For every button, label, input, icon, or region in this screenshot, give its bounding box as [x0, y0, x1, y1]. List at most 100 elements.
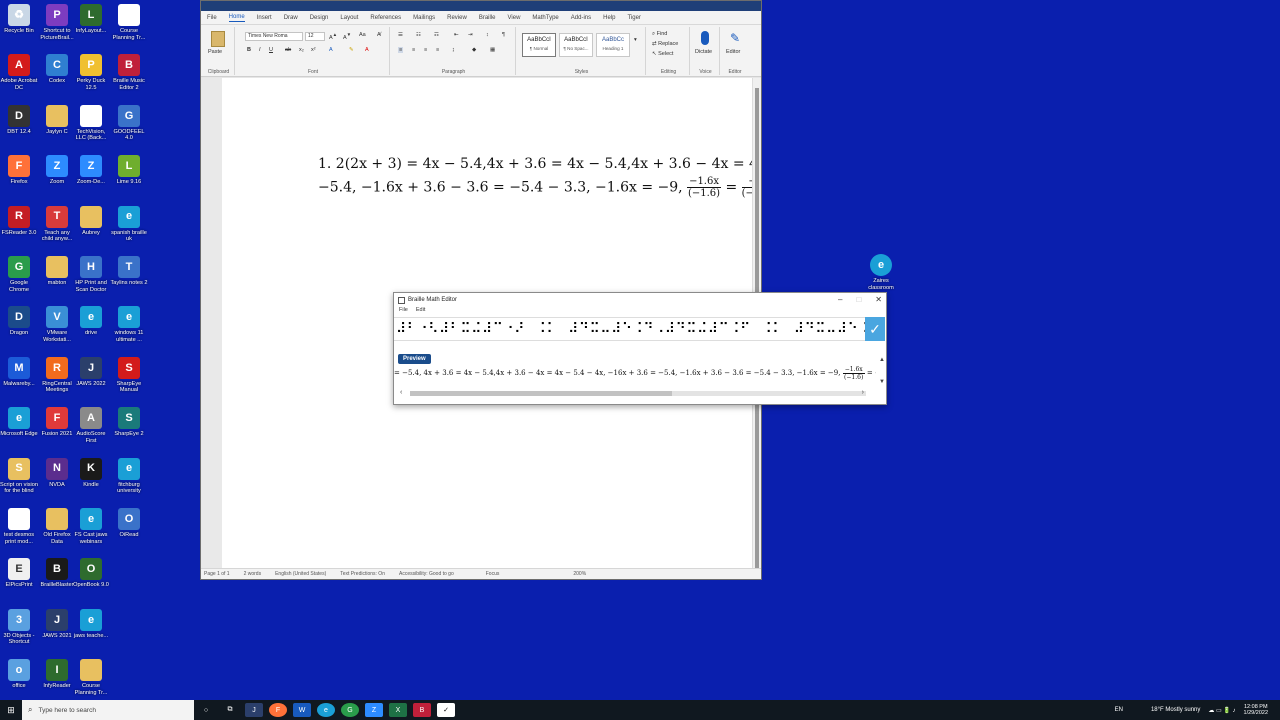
desktop-icon-mabton[interactable]: mabton: [38, 256, 76, 287]
close-icon[interactable]: ✕: [875, 295, 882, 304]
find-button[interactable]: ⌕ Find: [652, 31, 667, 38]
numbering-icon[interactable]: ☷: [416, 32, 421, 38]
horizontal-scrollbar[interactable]: ‹ ›: [398, 389, 878, 398]
taskbar-search[interactable]: ⌕ Type here to search: [22, 700, 194, 720]
desktop-icon-fsreader[interactable]: R FSReader 3.0: [0, 205, 38, 237]
braille-input[interactable]: ⠼⠃⠐⠣⠼⠃⠭⠬⠼⠉⠐⠜⠀⠨⠅⠀⠼⠙⠭⠤⠼⠑⠨⠙⠠⠼⠙⠭⠬⠼⠉⠨⠋⠀⠨⠅⠀⠼⠙⠭…: [394, 317, 866, 341]
desktop-icon-desmos[interactable]: test desmos print mod...: [0, 508, 38, 545]
desktop-icon-fusion[interactable]: F Fusion 2021: [38, 407, 76, 438]
style-normal[interactable]: AaBbCcI ¶ Normal: [522, 33, 556, 57]
tab-help[interactable]: Help: [603, 15, 615, 21]
editor-button[interactable]: Editor: [726, 49, 740, 55]
tab-mailings[interactable]: Mailings: [413, 15, 435, 21]
tab-braille[interactable]: Braille: [479, 15, 496, 21]
desktop-icon-zaires-classroom[interactable]: e Zaires classroom: [862, 254, 900, 291]
desktop-icon-picturebraille[interactable]: P Shortcut to PictureBrail...: [38, 4, 76, 41]
task-view-icon[interactable]: ⧉: [221, 703, 239, 717]
scroll-left-icon[interactable]: ‹: [400, 389, 402, 396]
text-predictions-status[interactable]: Text Predictions: On: [340, 571, 385, 577]
scroll-right-icon[interactable]: ›: [862, 389, 864, 396]
desktop-icon-fs-cast[interactable]: e FS Cast jaws webinars: [72, 508, 110, 545]
desktop-icon-windows11[interactable]: e windows 11 ultimate ...: [110, 306, 148, 343]
desktop-icon-recycle-bin[interactable]: ♻ Recycle Bin: [0, 4, 38, 35]
desktop-icon-firefox[interactable]: F Firefox: [0, 155, 38, 186]
desktop-icon-course-planning[interactable]: Course Planning Tr...: [110, 4, 148, 41]
tab-home[interactable]: Home: [228, 14, 245, 22]
focus-button[interactable]: Focus: [486, 571, 500, 577]
desktop-icon-hp-print[interactable]: H HP Print and Scan Doctor: [72, 256, 110, 293]
desktop-icon-malwarebytes[interactable]: M Malwareby...: [0, 356, 38, 388]
desktop-icon-fitchburg[interactable]: e fitchburg university: [110, 457, 148, 495]
desktop-icon-script-vision[interactable]: S Script on vision for the blind: [0, 457, 38, 495]
zoom-taskbar-icon[interactable]: Z: [365, 703, 383, 717]
language-indicator[interactable]: EN: [1115, 707, 1123, 713]
font-name-box[interactable]: Times New Roma: [245, 32, 303, 41]
font-size-box[interactable]: 12: [305, 32, 325, 41]
pilcrow-icon[interactable]: ¶: [502, 32, 505, 38]
desktop-icon-sharpeye2[interactable]: S SharpEye 2: [110, 407, 148, 438]
desktop-icon-adobe-acrobat[interactable]: A Adobe Acrobat DC: [0, 54, 38, 91]
editor-pen-icon[interactable]: ✎: [730, 31, 740, 45]
align-center-icon[interactable]: ≡: [412, 47, 415, 53]
preview-scroll-up-icon[interactable]: ▲: [879, 357, 885, 363]
replace-button[interactable]: ⇄ Replace: [652, 41, 678, 47]
desktop-icon-spanish-braille[interactable]: e spanish braille uk: [110, 205, 148, 243]
desktop-icon-course-planning-2[interactable]: Course Planning Tr...: [72, 659, 110, 696]
desktop-icon-dragon[interactable]: D Dragon: [0, 306, 38, 337]
desktop-icon-office[interactable]: o office: [0, 659, 38, 690]
desktop-icon-codex[interactable]: C Codex: [38, 54, 76, 85]
desktop-icon-jaws-2022[interactable]: J JAWS 2022: [72, 356, 110, 388]
desktop-icon-zoom-de[interactable]: Z Zoom-De...: [72, 155, 110, 186]
desktop-icon-nvda[interactable]: N NVDA: [38, 457, 76, 489]
chrome-taskbar-icon[interactable]: G: [341, 703, 359, 717]
page-count[interactable]: Page 1 of 1: [204, 571, 230, 577]
tab-references[interactable]: References: [370, 15, 401, 21]
borders-icon[interactable]: ▦: [490, 47, 495, 53]
desktop-icon-brailleblaster[interactable]: B BrailleBlaster: [38, 558, 76, 589]
firefox-taskbar-icon[interactable]: F: [269, 703, 287, 717]
paste-button[interactable]: Paste: [208, 49, 222, 55]
tab-design[interactable]: Design: [310, 15, 329, 21]
tab-review[interactable]: Review: [447, 15, 467, 21]
increase-indent-icon[interactable]: ⇥: [468, 32, 473, 38]
desktop-icon-goodfeel[interactable]: G GOODFEEL 4.0: [110, 104, 148, 142]
minimize-icon[interactable]: –: [838, 295, 842, 304]
italic-icon[interactable]: I: [259, 47, 261, 53]
menu-edit[interactable]: Edit: [416, 307, 425, 316]
clock[interactable]: 12:08 PM 1/29/2022: [1244, 704, 1268, 717]
check-icon[interactable]: ✓: [865, 317, 885, 341]
desktop-icon-oread[interactable]: O OiRead: [110, 508, 148, 539]
language-status[interactable]: English (United States): [275, 571, 326, 577]
desktop-icon-old-firefox[interactable]: Old Firefox Data: [38, 508, 76, 545]
excel-taskbar-icon[interactable]: X: [389, 703, 407, 717]
multilevel-icon[interactable]: ☶: [434, 32, 439, 38]
justify-icon[interactable]: ≡: [436, 47, 439, 53]
decrease-indent-icon[interactable]: ⇤: [454, 32, 459, 38]
desktop-icon-drive[interactable]: e drive: [72, 306, 110, 337]
desktop-icon-ringcentral[interactable]: R RingCentral Meetings: [38, 356, 76, 394]
desktop-icon-kindle[interactable]: K Kindle: [72, 457, 110, 489]
zoom-level[interactable]: 200%: [573, 571, 586, 577]
desktop-icon-sharpeye-manual[interactable]: S SharpEye Manual: [110, 356, 148, 394]
braille-math-taskbar-icon[interactable]: ✓: [437, 703, 455, 717]
desktop-icon-chrome[interactable]: G Google Chrome: [0, 256, 38, 293]
tab-layout[interactable]: Layout: [340, 15, 358, 21]
tab-tiger[interactable]: Tiger: [627, 15, 640, 21]
bold-icon[interactable]: B: [247, 47, 251, 53]
desktop-icon-zoom[interactable]: Z Zoom: [38, 155, 76, 186]
clear-format-icon[interactable]: A̸: [377, 32, 381, 38]
tab-mathtype[interactable]: MathType: [532, 15, 558, 21]
grow-font-icon[interactable]: A▲: [329, 32, 337, 41]
bullets-icon[interactable]: ☰: [398, 32, 403, 38]
desktop-icon-taylins-notes[interactable]: T Taylins notes 2: [110, 256, 148, 287]
highlight-icon[interactable]: ✎: [349, 47, 354, 53]
tab-draw[interactable]: Draw: [284, 15, 298, 21]
word-count[interactable]: 2 words: [244, 571, 262, 577]
dictate-button[interactable]: Dictate: [695, 49, 712, 55]
desktop-icon-audioscore[interactable]: A AudioScore First: [72, 407, 110, 444]
desktop-icon-jaws-teacher[interactable]: e jaws teache...: [72, 608, 110, 640]
subscript-icon[interactable]: x₂: [299, 47, 304, 53]
line-spacing-icon[interactable]: ↨: [452, 47, 455, 53]
desktop-icon-elpicsprint[interactable]: E ElPicsPrint: [0, 558, 38, 589]
select-button[interactable]: ↖ Select: [652, 51, 673, 57]
